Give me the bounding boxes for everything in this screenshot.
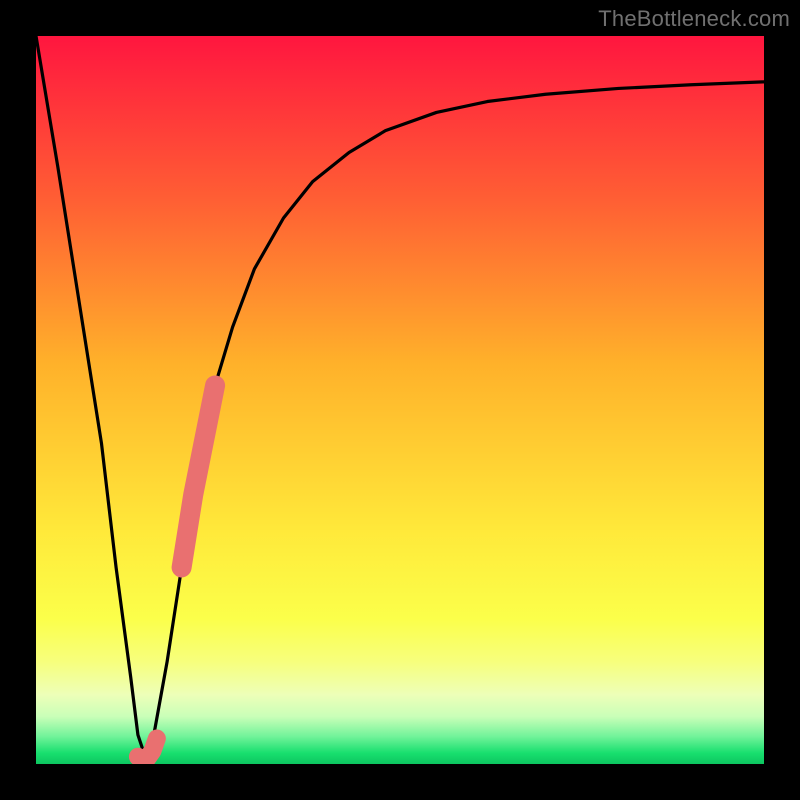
chart-frame: TheBottleneck.com (0, 0, 800, 800)
gradient-background (36, 36, 764, 764)
watermark-text: TheBottleneck.com (598, 6, 790, 32)
bottleneck-chart (36, 36, 764, 764)
